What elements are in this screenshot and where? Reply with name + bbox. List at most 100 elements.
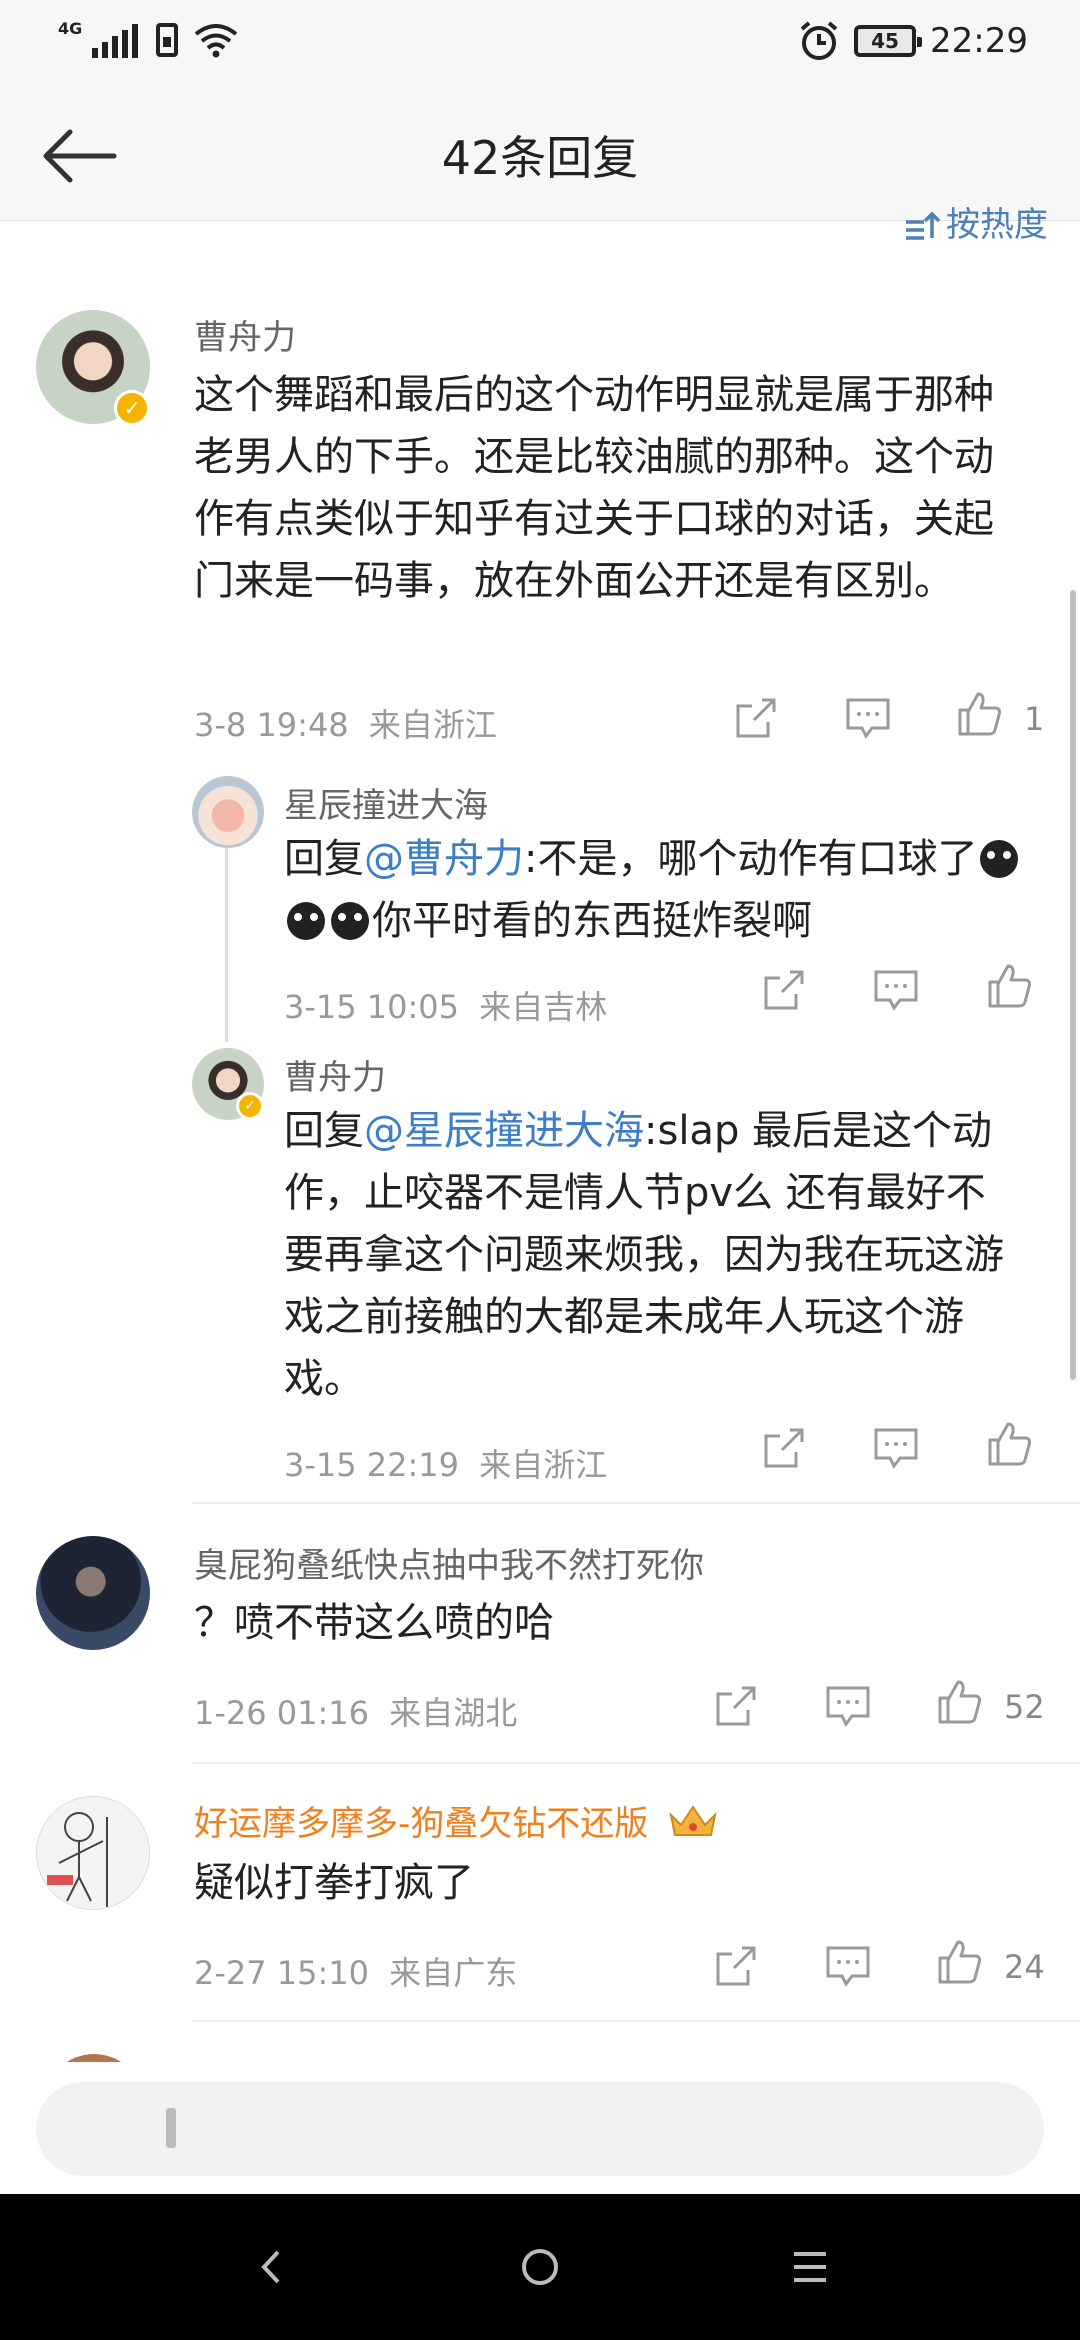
reply-meta: 3-15 22:19 来自浙江 — [284, 1440, 607, 1486]
comment-author-name: 好运摩多摩多-狗叠欠钻不还版 — [194, 1804, 649, 1844]
comment-location: 来自浙江 — [368, 706, 497, 744]
comment-location: 来自广东 — [389, 1954, 518, 1992]
comment-time: 3-8 19:48 — [194, 706, 349, 744]
alarm-icon — [800, 21, 838, 60]
like-button[interactable] — [986, 1420, 1034, 1468]
reply-bar — [0, 2062, 1080, 2194]
reply-button[interactable] — [872, 966, 920, 1014]
divider — [192, 1762, 1080, 1764]
share-icon — [716, 1686, 756, 1726]
status-bar: 4G 45 22:29 — [0, 0, 1080, 92]
thumbs-up-icon — [938, 1680, 982, 1724]
reply-location: 来自浙江 — [479, 1446, 608, 1484]
reply-author[interactable]: 星辰撞进大海 — [284, 778, 488, 827]
network-type: 4G — [58, 18, 83, 38]
battery-level: 45 — [871, 29, 899, 53]
reply-prefix: 回复 — [284, 836, 364, 882]
chevron-left-icon — [261, 2250, 280, 2284]
like-button[interactable] — [936, 1678, 984, 1726]
reply-input[interactable] — [36, 2082, 1044, 2176]
share-button[interactable] — [712, 1942, 760, 1990]
nav-menu-button[interactable] — [770, 2234, 850, 2300]
thread-line — [225, 844, 228, 1042]
reply-button[interactable] — [824, 1682, 872, 1730]
nav-header: 42条回复 — [0, 92, 1080, 221]
divider — [192, 1502, 1080, 1504]
system-nav-bar — [0, 2194, 1080, 2340]
comment-author[interactable]: 臭屁狗叠纸快点抽中我不然打死你 — [194, 1538, 704, 1587]
comment-icon — [874, 970, 918, 1011]
thumbs-up-icon — [988, 964, 1032, 1008]
comment-meta: 1-26 01:16 来自湖北 — [194, 1688, 517, 1734]
sim-icon — [156, 23, 179, 57]
reply-button[interactable] — [844, 694, 892, 742]
nav-back-button[interactable] — [232, 2234, 312, 2300]
comment-author[interactable]: 好运摩多摩多-狗叠欠钻不还版 — [194, 1796, 719, 1845]
reply-text: 回复@星辰撞进大海:slap 最后是这个动作，止咬器不是情人节pv么 还有最好不… — [284, 1100, 1024, 1410]
comment-icon — [826, 1686, 870, 1727]
like-count: 24 — [1004, 1948, 1045, 1986]
signal-icon — [92, 22, 139, 58]
share-button[interactable] — [712, 1682, 760, 1730]
share-button[interactable] — [732, 694, 780, 742]
reply-body-tail: 你平时看的东西挺炸裂啊 — [372, 898, 812, 944]
reply-text: 回复@曹舟力:不是，哪个动作有口球了你平时看的东西挺炸裂啊 — [284, 828, 1024, 952]
status-right: 45 22:29 — [798, 20, 1028, 62]
share-button[interactable] — [760, 966, 808, 1014]
avatar[interactable] — [192, 776, 264, 848]
page-title: 42条回复 — [441, 131, 639, 185]
crown-badge-icon — [669, 1805, 717, 1836]
reply-button[interactable] — [872, 1424, 920, 1472]
scrollbar[interactable] — [1070, 590, 1076, 1380]
like-button[interactable] — [986, 962, 1034, 1010]
reply-meta: 3-15 10:05 来自吉林 — [284, 982, 607, 1028]
divider — [192, 2020, 1080, 2022]
reply-body: :不是，哪个动作有口球了 — [524, 836, 978, 882]
sort-button[interactable]: 按热度 — [904, 206, 1048, 242]
avatar[interactable] — [36, 1536, 150, 1650]
share-icon — [764, 970, 804, 1010]
menu-icon — [794, 2252, 826, 2282]
like-button[interactable] — [936, 1938, 984, 1986]
crying-emoji-icon — [331, 902, 369, 940]
like-count: 1 — [1024, 700, 1045, 738]
comment-location: 来自湖北 — [389, 1694, 518, 1732]
comment-time: 2-27 15:10 — [194, 1954, 370, 1992]
comment-text: ？喷不带这么喷的哈 — [194, 1600, 554, 1646]
comment-icon — [826, 1946, 870, 1987]
mention-link[interactable]: @曹舟力 — [364, 836, 524, 882]
reply-prefix: 回复 — [284, 1108, 364, 1154]
comment-text: 疑似打拳打疯了 — [194, 1860, 474, 1906]
sort-icon — [906, 211, 940, 240]
reply-author[interactable]: 曹舟力 — [284, 1050, 386, 1099]
comment-icon — [874, 1428, 918, 1469]
reply-button[interactable] — [824, 1942, 872, 1990]
reply-time: 3-15 10:05 — [284, 988, 460, 1026]
comment-author[interactable]: 曹舟力 — [194, 310, 296, 359]
share-icon — [716, 1946, 756, 1986]
status-left: 4G — [58, 18, 238, 58]
comment-meta: 2-27 15:10 来自广东 — [194, 1948, 517, 1994]
crying-emoji-icon — [980, 840, 1019, 878]
sort-label: 按热度 — [946, 206, 1048, 242]
reply-time: 3-15 22:19 — [284, 1446, 460, 1484]
battery-icon: 45 — [854, 25, 923, 57]
like-button[interactable] — [956, 690, 1004, 738]
avatar[interactable] — [36, 1796, 150, 1910]
verified-badge-icon: ✓ — [236, 1092, 264, 1120]
thumbs-up-icon — [958, 692, 1002, 736]
thumbs-up-icon — [938, 1940, 982, 1984]
nav-home-button[interactable] — [500, 2234, 580, 2300]
share-button[interactable] — [760, 1424, 808, 1472]
crying-emoji-icon — [287, 902, 325, 940]
thumbs-up-icon — [988, 1422, 1032, 1466]
avatar-drawing — [47, 1812, 108, 1907]
text-cursor — [166, 2108, 176, 2148]
comment-meta: 3-8 19:48 来自浙江 — [194, 700, 497, 746]
comment-text: 这个舞蹈和最后的这个动作明显就是属于那种老男人的下手。还是比较油腻的那种。这个动… — [194, 372, 994, 604]
reply-location: 来自吉林 — [479, 988, 608, 1026]
like-count: 52 — [1004, 1688, 1045, 1726]
share-icon — [764, 1428, 804, 1468]
mention-link[interactable]: @星辰撞进大海 — [364, 1108, 644, 1154]
home-circle-icon — [522, 2249, 558, 2285]
